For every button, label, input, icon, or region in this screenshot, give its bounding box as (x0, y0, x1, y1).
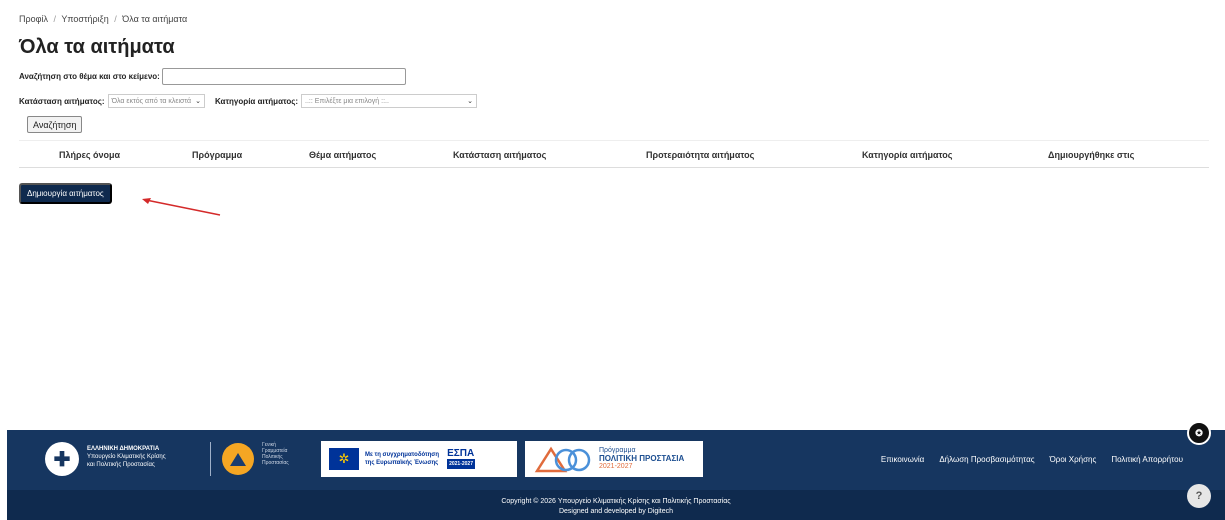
gov-line2: Υπουργείο Κλιματικής Κρίσης (87, 454, 166, 460)
column-header-program[interactable]: Πρόγραμμα (192, 150, 242, 160)
search-row: Αναζήτηση στο θέμα και στο κείμενο: (19, 68, 406, 85)
help-icon[interactable]: ? (1187, 484, 1211, 508)
breadcrumb-separator: / (53, 14, 56, 24)
program-line3: 2021-2027 (599, 463, 633, 470)
footer-link-contact[interactable]: Επικοινωνία (881, 455, 924, 464)
page-title: Όλα τα αιτήματα (19, 36, 175, 58)
annotation-arrow (142, 198, 221, 216)
espa-text: ΕΣΠΑ (447, 448, 475, 459)
status-filter-select[interactable]: Όλα εκτός από τα κλειστά ⌄ (107, 94, 205, 108)
breadcrumb: Προφίλ / Υποστήριξη / Όλα τα αιτήματα (19, 14, 187, 24)
eu-line2: της Ευρωπαϊκής Ένωσης (365, 460, 439, 466)
program-line1: Πρόγραμμα (599, 447, 636, 454)
tickets-table-header: Πλήρες όνομα Πρόγραμμα Θέμα αιτήματος Κα… (19, 140, 1209, 168)
category-filter-label: Κατηγορία αιτήματος: (214, 96, 299, 106)
column-header-status[interactable]: Κατάσταση αιτήματος (453, 150, 546, 160)
status-filter-value: Όλα εκτός από τα κλειστά (111, 97, 192, 105)
search-button[interactable]: Αναζήτηση (27, 116, 83, 133)
column-header-priority[interactable]: Προτεραιότητα αιτήματος (646, 150, 754, 160)
eu-flag-icon: ✲ (329, 448, 359, 470)
copyright-text: Copyright © 2026 Υπουργείο Κλιματικής Κρ… (501, 498, 731, 505)
chevron-down-icon: ⌄ (467, 98, 474, 105)
breadcrumb-separator: / (114, 14, 117, 24)
developer-credit: Designed and developed by Digitech (558, 507, 674, 515)
column-header-category[interactable]: Κατηγορία αιτήματος (862, 150, 952, 160)
filter-row: Κατάσταση αιτήματος: Όλα εκτός από τα κλ… (19, 94, 487, 108)
eu-funding-text: Με τη συγχρηματοδότηση της Ευρωπαϊκής Έν… (365, 451, 439, 467)
logo-divider (210, 442, 211, 476)
search-input[interactable] (161, 68, 406, 85)
eu-funding-logo: ✲ Με τη συγχρηματοδότηση της Ευρωπαϊκής … (321, 441, 517, 477)
espa-years: 2021-2027 (447, 459, 475, 469)
column-header-subject[interactable]: Θέμα αιτήματος (309, 150, 376, 160)
page: Προφίλ / Υποστήριξη / Όλα τα αιτήματα Όλ… (0, 0, 1225, 520)
program-logo-icon (534, 446, 591, 473)
espa-logo: ΕΣΠΑ 2021-2027 (447, 449, 475, 469)
footer-link-privacy[interactable]: Πολιτική Απορρήτου (1111, 455, 1183, 464)
program-logo: Πρόγραμμα ΠΟΛΙΤΙΚΗ ΠΡΟΣΤΑΣΙΑ 2021-2027 (525, 441, 703, 477)
gov-line1: ΕΛΛΗΝΙΚΗ ΔΗΜΟΚΡΑΤΙΑ (87, 446, 160, 452)
eu-line1: Με τη συγχρηματοδότηση (365, 452, 440, 458)
program-line2: ΠΟΛΙΤΙΚΗ ΠΡΟΣΤΑΣΙΑ (599, 454, 685, 463)
column-header-full-name[interactable]: Πλήρες όνομα (59, 150, 120, 160)
civil-protection-logo-icon (222, 443, 254, 475)
gov-line3: και Πολιτικής Προστασίας (87, 462, 155, 468)
accessibility-icon[interactable]: ✪ (1187, 421, 1211, 445)
category-filter-value: ..:: Επιλέξτε μια επιλογή ::.. (305, 97, 389, 105)
footer-link-terms[interactable]: Όροι Χρήσης (1050, 455, 1097, 464)
civil-protection-logo-text: Γενική Γραμματεία Πολιτικής Προστασίας (262, 442, 289, 466)
footer-top: ✚ ΕΛΛΗΝΙΚΗ ΔΗΜΟΚΡΑΤΙΑ Υπουργείο Κλιματικ… (7, 430, 1225, 490)
greek-republic-emblem-icon: ✚ (45, 442, 79, 476)
footer-link-accessibility[interactable]: Δήλωση Προσβασιμότητας (939, 455, 1034, 464)
footer-bottom: Copyright © 2026 Υπουργείο Κλιματικής Κρ… (7, 490, 1225, 520)
ministry-logo-text: ΕΛΛΗΝΙΚΗ ΔΗΜΟΚΡΑΤΙΑ Υπουργείο Κλιματικής… (87, 445, 166, 469)
column-header-created-at[interactable]: Δημιουργήθηκε στις (1048, 150, 1134, 160)
status-filter-label: Κατάσταση αιτήματος: (19, 96, 105, 106)
chevron-down-icon: ⌄ (195, 98, 201, 105)
footer-links: Επικοινωνία Δήλωση Προσβασιμότητας Όροι … (866, 455, 1183, 464)
program-logo-text: Πρόγραμμα ΠΟΛΙΤΙΚΗ ΠΡΟΣΤΑΣΙΑ 2021-2027 (599, 447, 684, 471)
cp-line4: Προστασίας (262, 460, 289, 466)
category-filter-select[interactable]: ..:: Επιλέξτε μια επιλογή ::.. ⌄ (301, 94, 478, 108)
breadcrumb-item-support[interactable]: Υποστήριξη (61, 14, 108, 24)
breadcrumb-item-current: Όλα τα αιτήματα (122, 14, 188, 24)
breadcrumb-item-profile[interactable]: Προφίλ (19, 14, 48, 24)
create-ticket-button[interactable]: Δημιουργία αιτήματος (19, 183, 112, 204)
search-label: Αναζήτηση στο θέμα και στο κείμενο: (19, 72, 160, 81)
